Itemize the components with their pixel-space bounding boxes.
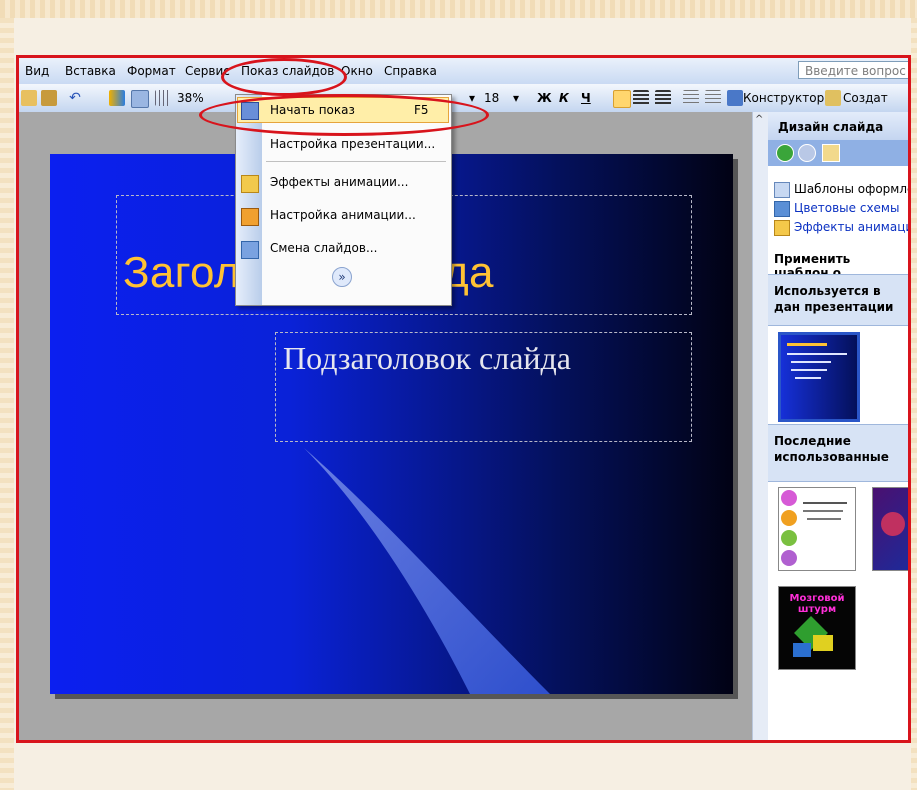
home-icon[interactable] <box>822 144 840 162</box>
decorative-top-band <box>0 0 917 18</box>
current-template-thumbnail[interactable] <box>778 332 860 422</box>
link-design-templates[interactable]: Шаблоны оформлен <box>794 182 908 196</box>
align-left-icon[interactable] <box>613 90 631 108</box>
annotation-ring-menu <box>221 58 347 96</box>
menu-item-animation-effects[interactable]: Эффекты анимации... <box>270 175 408 189</box>
bullet-list-icon[interactable] <box>705 90 721 106</box>
menu-insert[interactable]: Вставка <box>65 64 116 78</box>
decorative-right-band <box>911 18 917 790</box>
menu-view[interactable]: Вид <box>25 64 49 78</box>
thumbnail-title: Мозговой штурм <box>789 593 845 615</box>
recent-template-thumbnail-1[interactable] <box>778 487 856 571</box>
numbered-list-icon[interactable] <box>683 90 699 106</box>
menu-separator <box>266 161 446 162</box>
color-schemes-icon <box>774 201 790 217</box>
align-right-icon[interactable] <box>655 90 671 106</box>
section-used-label: Используется в дан презентации <box>774 284 894 314</box>
design-templates-icon <box>774 182 790 198</box>
slide-transition-icon <box>241 241 259 259</box>
undo-icon[interactable]: ↶ <box>67 90 83 106</box>
table-icon[interactable] <box>131 90 149 108</box>
underline-button[interactable]: Ч <box>581 88 591 108</box>
scroll-up-icon[interactable]: ^ <box>755 114 763 125</box>
designer-icon[interactable] <box>727 90 743 106</box>
annotation-ring-start-show <box>199 94 489 136</box>
screenshot-frame: Вид Вставка Формат Сервис Показ слайдов … <box>16 55 911 743</box>
custom-animation-icon <box>241 208 259 226</box>
section-used-in-presentation: Используется в дан презентации <box>768 274 908 326</box>
paste-icon[interactable] <box>21 90 37 106</box>
italic-button[interactable]: К <box>559 88 569 108</box>
task-pane-header: Дизайн слайда <box>768 112 908 140</box>
align-center-icon[interactable] <box>633 90 649 106</box>
menu-bar: Вид Вставка Формат Сервис Показ слайдов … <box>19 58 908 85</box>
task-pane-title: Дизайн слайда <box>778 120 884 134</box>
create-slide-button[interactable]: Создат <box>843 88 888 108</box>
decorative-left-band <box>0 18 14 790</box>
link-animation-schemes[interactable]: Эффекты анимации <box>794 220 908 234</box>
menu-item-setup-show[interactable]: Настройка презентации... <box>270 137 435 151</box>
font-size-value[interactable]: 18 <box>484 88 499 108</box>
bold-button[interactable]: Ж <box>537 88 552 108</box>
clipboard-icon[interactable] <box>41 90 57 106</box>
animation-schemes-icon <box>774 220 790 236</box>
section-recently-used: Последние использованные <box>768 424 908 482</box>
link-color-schemes[interactable]: Цветовые схемы <box>794 201 899 215</box>
task-pane-nav <box>768 140 908 166</box>
new-slide-icon[interactable] <box>825 90 841 106</box>
ask-question-input[interactable]: Введите вопрос <box>798 61 908 79</box>
expand-menu-icon[interactable]: » <box>332 267 352 287</box>
animation-effects-icon <box>241 175 259 193</box>
menu-help[interactable]: Справка <box>384 64 437 78</box>
recent-template-thumbnail-3[interactable]: Мозговой штурм <box>778 586 856 670</box>
menu-item-slide-transition[interactable]: Смена слайдов... <box>270 241 377 255</box>
grid-icon[interactable] <box>155 90 171 106</box>
menu-format[interactable]: Формат <box>127 64 176 78</box>
section-recent-label: Последние использованные <box>774 434 889 464</box>
chart-icon[interactable] <box>109 90 125 106</box>
zoom-value[interactable]: 38% <box>177 88 204 108</box>
slide-subtitle: Подзаголовок слайда <box>283 340 571 376</box>
menu-item-custom-animation[interactable]: Настройка анимации... <box>270 208 416 222</box>
vertical-scrollbar[interactable]: ^ <box>752 112 769 740</box>
recent-template-thumbnail-2[interactable] <box>872 487 908 571</box>
back-icon[interactable] <box>776 144 794 162</box>
designer-button[interactable]: Конструктор <box>743 88 824 108</box>
forward-icon[interactable] <box>798 144 816 162</box>
font-size-dropdown-arrow[interactable]: ▾ <box>511 88 521 108</box>
task-pane: Дизайн слайда Шаблоны оформлен Цветовые … <box>768 112 908 740</box>
